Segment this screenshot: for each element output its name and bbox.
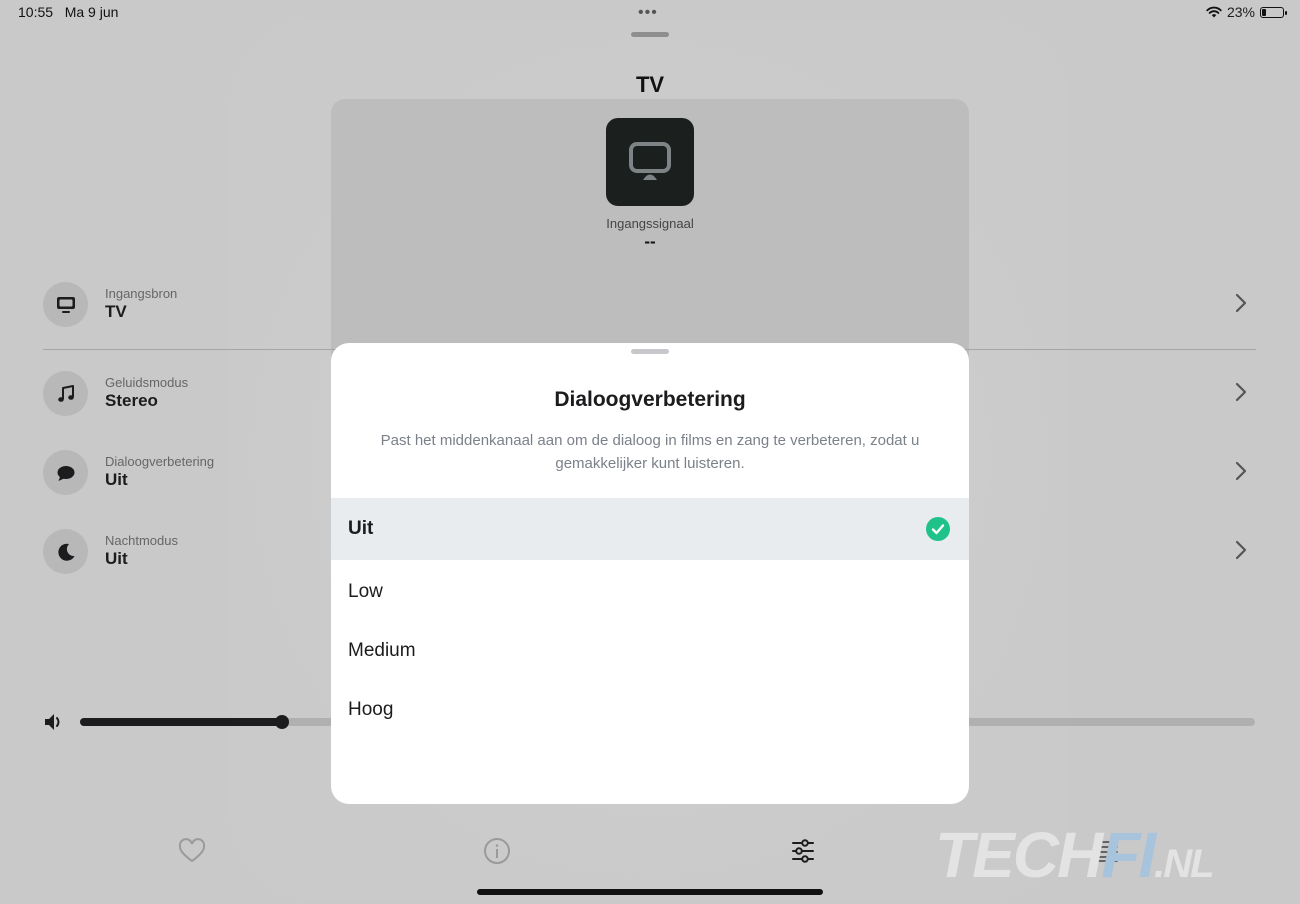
option-uit[interactable]: Uit xyxy=(331,498,969,560)
tab-favorites[interactable] xyxy=(176,835,208,867)
checkmark-icon xyxy=(926,517,950,541)
heart-icon xyxy=(178,838,206,863)
option-label: Low xyxy=(348,581,383,602)
sheet-description: Past het middenkanaal aan om de dialoog … xyxy=(380,432,920,472)
option-label: Medium xyxy=(348,640,416,661)
battery-icon xyxy=(1260,6,1287,18)
chevron-right-icon xyxy=(1235,461,1247,481)
home-indicator[interactable] xyxy=(477,889,823,895)
chevron-right-icon xyxy=(1235,540,1247,560)
input-signal-value: -- xyxy=(644,232,656,251)
volume-thumb[interactable] xyxy=(275,715,290,729)
volume-fill xyxy=(80,718,283,726)
chevron-right-icon xyxy=(1235,293,1247,313)
moon-icon xyxy=(57,543,74,561)
setting-value: Uit xyxy=(105,549,128,568)
setting-icon-circle xyxy=(43,371,88,416)
info-icon xyxy=(484,838,510,864)
tv-icon xyxy=(629,142,671,180)
battery-percent: 23% xyxy=(1226,4,1255,20)
setting-icon-circle xyxy=(43,529,88,574)
status-time-date: 10:55 Ma 9 jun xyxy=(18,4,119,20)
tab-settings[interactable] xyxy=(787,835,819,867)
input-tile[interactable] xyxy=(606,118,694,206)
setting-icon-circle xyxy=(43,282,88,327)
option-medium[interactable]: Medium xyxy=(331,620,969,682)
wifi-icon xyxy=(1206,6,1222,18)
top-grabber[interactable] xyxy=(631,32,669,37)
input-signal-label: Ingangssignaal xyxy=(606,216,694,231)
setting-label: Nachtmodus xyxy=(105,533,178,548)
setting-row-input-source[interactable]: Ingangsbron TV xyxy=(43,282,1256,328)
watermark-logo: TECHFI.NL xyxy=(935,819,1215,891)
multitask-dots[interactable]: ••• xyxy=(638,4,658,22)
setting-value: TV xyxy=(105,302,127,321)
speech-bubble-icon xyxy=(57,465,74,481)
page-title: TV xyxy=(635,72,665,97)
setting-label: Geluidsmodus xyxy=(105,375,189,390)
setting-value: Stereo xyxy=(105,391,158,410)
sliders-icon xyxy=(792,839,814,863)
battery-fill xyxy=(1262,8,1267,16)
speaker-icon[interactable] xyxy=(43,712,67,732)
option-low[interactable]: Low xyxy=(331,561,969,623)
music-note-icon xyxy=(57,384,74,402)
dialog-enhancement-sheet: Dialoogverbetering Past het middenkanaal… xyxy=(331,343,969,804)
option-label: Uit xyxy=(348,518,374,539)
option-label: Hoog xyxy=(348,699,394,720)
setting-icon-circle xyxy=(43,450,88,495)
setting-value: Uit xyxy=(105,470,128,489)
sheet-title: Dialoogverbetering xyxy=(554,388,746,411)
chevron-right-icon xyxy=(1235,382,1247,402)
option-hoog[interactable]: Hoog xyxy=(331,679,969,741)
tab-info[interactable] xyxy=(481,835,513,867)
tv-icon xyxy=(56,296,75,313)
status-right: 23% xyxy=(1206,4,1287,20)
setting-label: Ingangsbron xyxy=(105,286,178,301)
setting-label: Dialoogverbetering xyxy=(105,454,215,469)
sheet-grabber[interactable] xyxy=(631,349,669,354)
